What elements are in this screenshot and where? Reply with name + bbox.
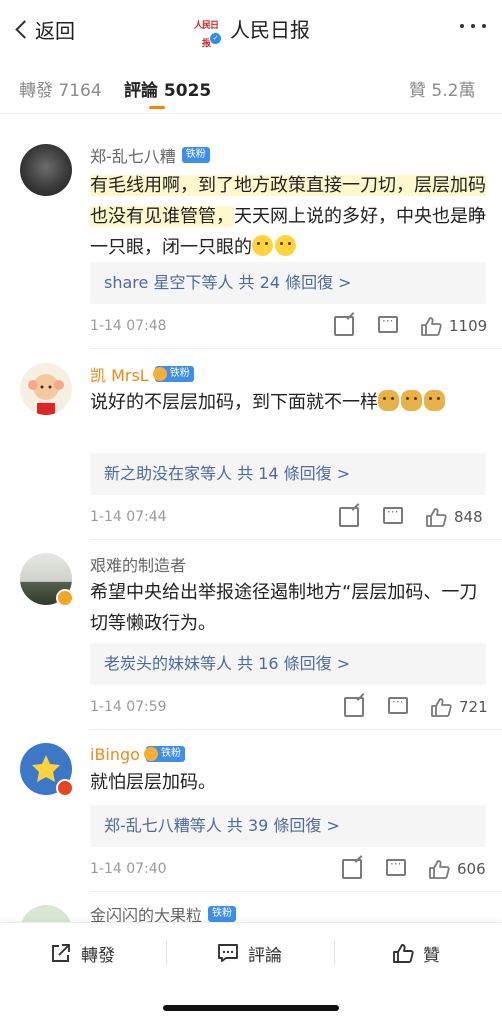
- comment-icon: [218, 944, 238, 962]
- page-title-group: 人民日报 ✓ 人民日报: [0, 14, 502, 49]
- laugh-cry-emoji-icon: [275, 235, 296, 256]
- comment-time: 1-14 07:44: [90, 509, 167, 525]
- top-nav-bar: 返回 人民日报 ✓ 人民日报: [0, 0, 502, 58]
- reply-summary[interactable]: 新之助没在家等人 共 14 條回復 >: [90, 453, 486, 495]
- reply-users[interactable]: 新之助没在家等人: [104, 464, 232, 483]
- reply-summary[interactable]: 郑-乱七八糟等人 共 39 條回復 >: [90, 805, 486, 847]
- verified-badge-icon: ✓: [209, 31, 222, 45]
- reply-count-link[interactable]: 共 14 條回復 >: [237, 464, 350, 483]
- tab-comments[interactable]: 評論 5025: [124, 76, 211, 101]
- tab-bar: 轉發 7164 評論 5025 贊 5.2萬: [0, 58, 502, 114]
- thumbs-up-icon: [393, 944, 414, 963]
- fan-badge: 铁粉: [181, 147, 210, 163]
- comment-text: 就怕层层加码。: [90, 772, 216, 793]
- comment-author-row: 郑-乱七八糟 铁粉: [90, 144, 210, 166]
- more-options-icon[interactable]: [460, 24, 486, 28]
- active-tab-indicator: [149, 106, 165, 109]
- tab-reposts-count: 7164: [58, 81, 102, 101]
- comment-text: 说好的不层层加码，到下面就不一样: [90, 387, 486, 418]
- like-button[interactable]: 贊: [392, 941, 440, 966]
- reply-users[interactable]: 老炭头的妹妹等人: [104, 654, 232, 673]
- reply-users[interactable]: share 星空下等人: [104, 273, 233, 292]
- comment-time: 1-14 07:59: [90, 699, 167, 715]
- like-count: 606: [457, 860, 486, 878]
- comment-meta: 1-14 07:59 721: [90, 695, 488, 721]
- tab-comments-label: 評論: [124, 81, 158, 101]
- comment-text-body: 说好的不层层加码，到下面就不一样: [90, 392, 378, 413]
- comment-meta: 1-14 07:40 606: [90, 857, 486, 883]
- comment-icon[interactable]: [388, 695, 408, 714]
- repost-label: 轉發: [81, 945, 115, 966]
- like-count: 721: [459, 698, 488, 716]
- comment-divider: [90, 348, 502, 349]
- fan-badge: 铁粉: [152, 366, 194, 382]
- share-icon[interactable]: [334, 316, 354, 336]
- fan-badge-label: 铁粉: [169, 368, 190, 379]
- comment-author-row: 凯 MrsL 铁粉: [90, 363, 194, 385]
- doge-emoji-icon: [378, 390, 399, 411]
- reply-users[interactable]: 郑-乱七八糟等人: [104, 816, 222, 835]
- avatar[interactable]: [20, 363, 72, 415]
- comment-author[interactable]: 艰难的制造者: [90, 552, 186, 576]
- comment-icon[interactable]: [383, 505, 403, 524]
- thumbs-up-icon[interactable]: [428, 859, 450, 879]
- thumbs-up-icon[interactable]: [420, 316, 442, 336]
- avatar[interactable]: [20, 144, 72, 196]
- comment-author[interactable]: 凯 MrsL: [90, 362, 149, 386]
- reply-count-link[interactable]: 共 16 條回復 >: [237, 654, 350, 673]
- account-logo: 人民日报 ✓: [192, 14, 222, 49]
- verified-badge-icon: [56, 589, 74, 607]
- comment-author-row: iBingo 铁粉: [90, 743, 185, 765]
- page-title: 人民日报: [230, 18, 310, 42]
- comment-divider: [90, 539, 502, 540]
- comment-meta: 1-14 07:48 1109: [90, 314, 488, 340]
- share-icon[interactable]: [344, 697, 364, 717]
- comment-text: 希望中央给出举报途径遏制地方“层层加码、一刀切等懒政行为。: [90, 582, 478, 634]
- reply-summary[interactable]: share 星空下等人 共 24 條回復 >: [90, 262, 486, 304]
- reply-summary[interactable]: 老炭头的妹妹等人 共 16 條回復 >: [90, 643, 486, 685]
- repost-button[interactable]: 轉發: [50, 941, 115, 966]
- doge-emoji-icon: [401, 390, 422, 411]
- like-count: 1109: [449, 317, 488, 335]
- comment-author-row: 艰难的制造者: [90, 553, 186, 575]
- bar-separator: [166, 941, 167, 965]
- home-indicator[interactable]: [163, 1005, 339, 1011]
- comment-author[interactable]: iBingo: [90, 745, 140, 764]
- bar-separator: [334, 941, 335, 965]
- laugh-cry-emoji-icon: [252, 235, 273, 256]
- verified-badge-icon: [56, 779, 74, 797]
- comment-divider: [90, 729, 502, 730]
- share-icon[interactable]: [342, 859, 362, 879]
- crown-icon: [143, 747, 158, 761]
- comment-icon[interactable]: [378, 314, 398, 333]
- fan-badge-label: 铁粉: [160, 748, 181, 759]
- comment-text: 有毛线用啊，到了地方政策直接一刀切，层层加码也没有见谁管管，天天网上说的多好，中…: [90, 170, 486, 263]
- comment-divider: [90, 891, 502, 892]
- tab-comments-count: 5025: [163, 81, 212, 101]
- repost-icon: [52, 944, 70, 962]
- tab-likes[interactable]: 贊 5.2萬: [409, 76, 475, 101]
- share-icon[interactable]: [339, 507, 359, 527]
- thumbs-up-icon[interactable]: [430, 697, 452, 717]
- tab-likes-label: 贊: [409, 81, 426, 101]
- comment-icon[interactable]: [386, 857, 406, 876]
- comment-time: 1-14 07:48: [90, 318, 167, 334]
- comment-time: 1-14 07:40: [90, 861, 167, 877]
- reply-count-link[interactable]: 共 24 條回復 >: [239, 273, 352, 292]
- fan-badge: 铁粉: [208, 906, 237, 922]
- comment-label: 評論: [248, 945, 282, 966]
- tab-reposts-label: 轉發: [19, 81, 53, 101]
- doge-emoji-icon: [424, 390, 445, 411]
- tab-likes-count: 5.2萬: [431, 81, 476, 101]
- thumbs-up-icon[interactable]: [425, 507, 447, 527]
- fan-badge: 铁粉: [143, 746, 185, 762]
- comment-author[interactable]: 郑-乱七八糟: [90, 143, 176, 167]
- like-count: 848: [454, 508, 483, 526]
- crown-icon: [152, 367, 167, 381]
- comment-meta: 1-14 07:44 848: [90, 505, 486, 531]
- comment-button[interactable]: 評論: [217, 941, 282, 966]
- tab-reposts[interactable]: 轉發 7164: [19, 76, 102, 101]
- reply-count-link[interactable]: 共 39 條回復 >: [227, 816, 340, 835]
- like-label: 贊: [423, 945, 440, 966]
